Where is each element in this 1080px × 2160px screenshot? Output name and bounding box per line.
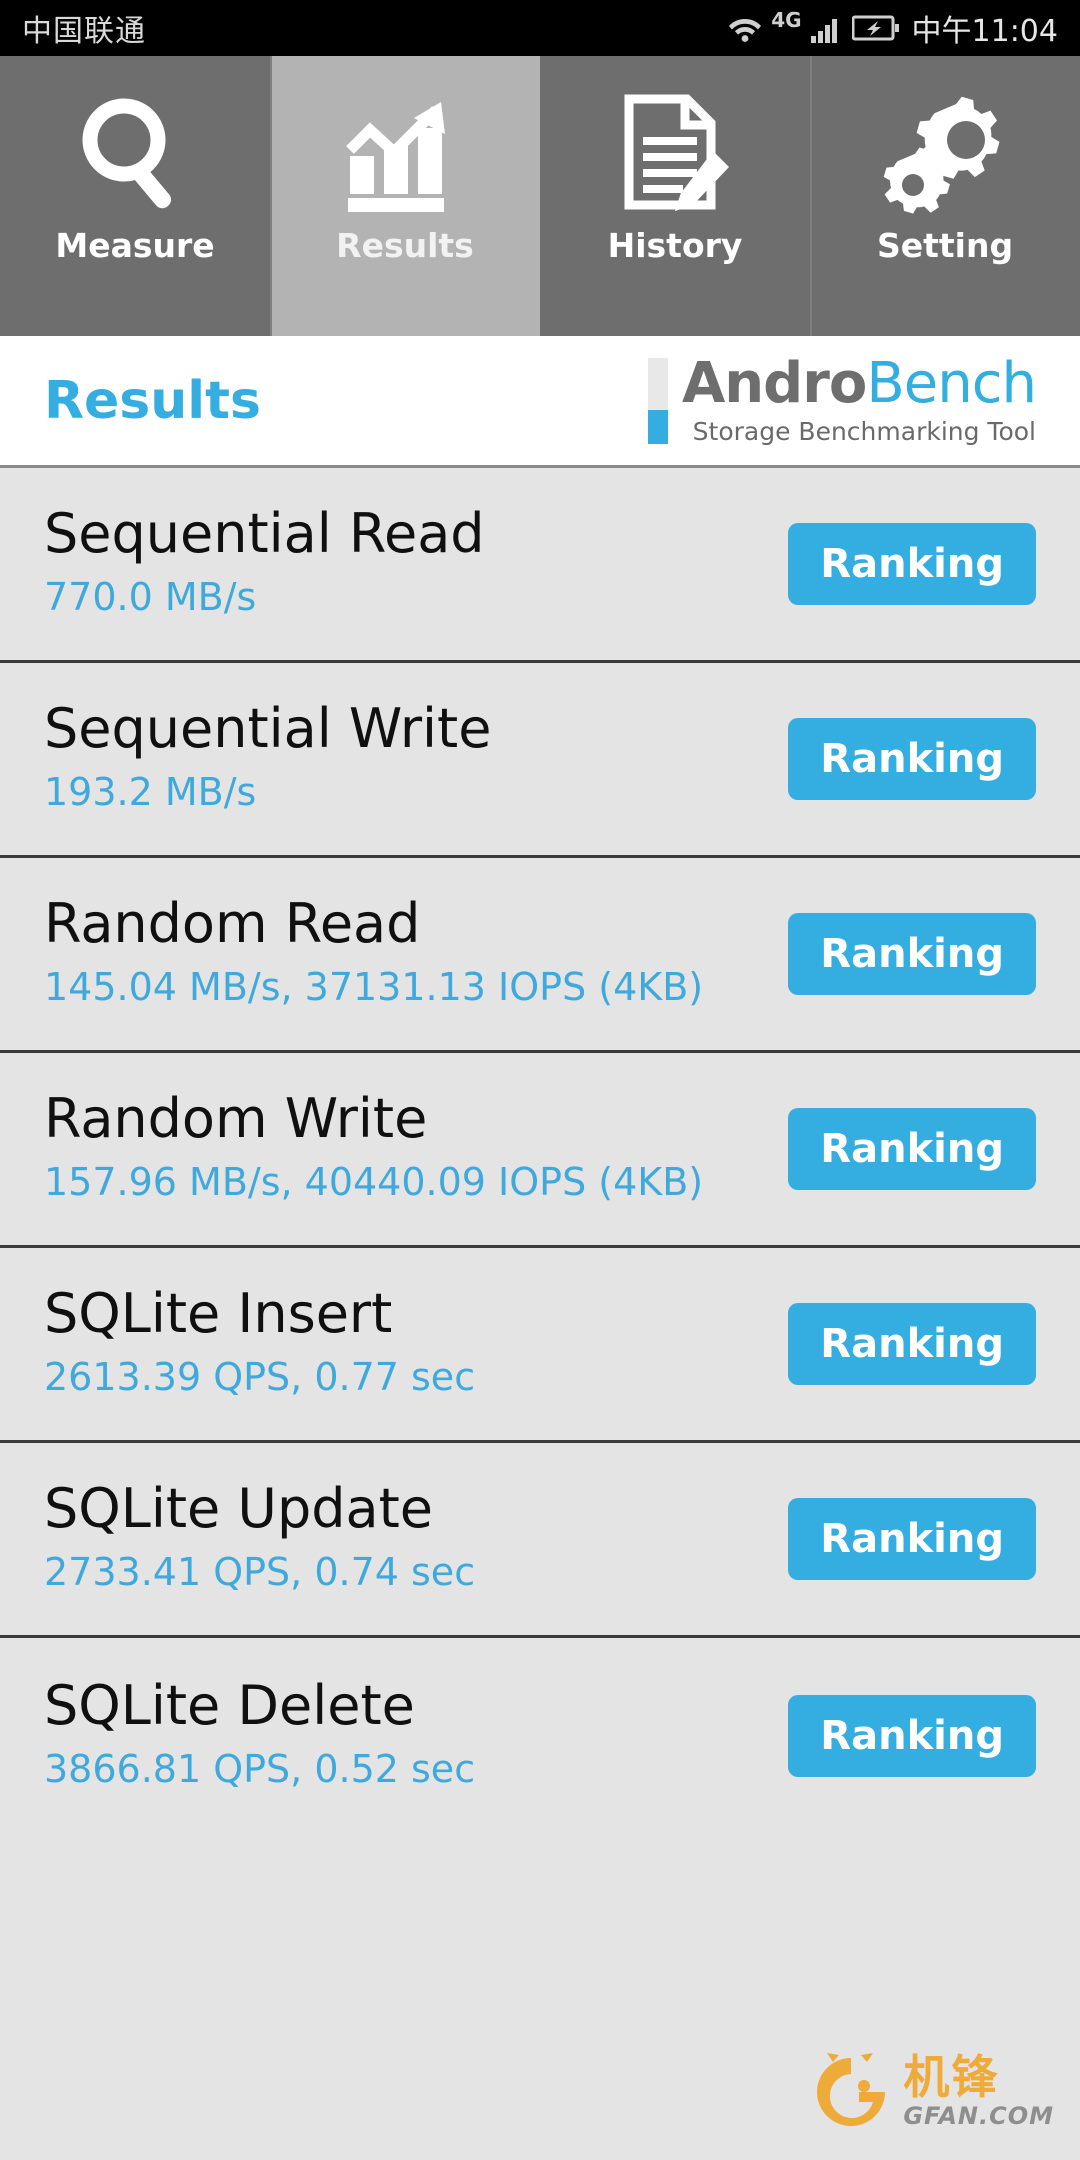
logo-andro: Andro: [681, 351, 867, 416]
page-header: Results AndroBench Storage Benchmarking …: [0, 336, 1080, 468]
tab-setting[interactable]: Setting: [810, 56, 1080, 336]
clock-label: 中午11:04: [911, 14, 1058, 49]
ranking-button[interactable]: Ranking: [788, 1694, 1036, 1777]
result-title: Sequential Write: [44, 697, 492, 760]
tab-measure-label: Measure: [55, 226, 215, 265]
battery-charging-icon: [851, 14, 900, 42]
status-icons: 4G 中午11:04: [727, 6, 1058, 50]
results-list: Sequential Read 770.0 MB/s Ranking Seque…: [0, 468, 1080, 1833]
bar-chart-arrow-icon: [344, 90, 466, 220]
androbench-logo: AndroBench Storage Benchmarking Tool: [647, 355, 1037, 446]
gfan-mascot-icon: [809, 2048, 893, 2136]
logo-bench: Bench: [866, 351, 1037, 416]
wifi-icon: [727, 12, 763, 44]
app-screen: 中国联通 4G 中午11:04 Measure Results History …: [0, 0, 1080, 2160]
tab-history[interactable]: History: [540, 56, 810, 336]
tab-setting-label: Setting: [876, 226, 1014, 265]
result-title: Sequential Read: [44, 502, 485, 565]
result-value: 2733.41 QPS, 0.74 sec: [44, 1550, 476, 1594]
result-title: SQLite Update: [44, 1477, 433, 1540]
ranking-button[interactable]: Ranking: [788, 1498, 1036, 1580]
logo-wordmark: AndroBench: [682, 355, 1037, 413]
table-row[interactable]: SQLite Insert 2613.39 QPS, 0.77 sec Rank…: [0, 1248, 1080, 1443]
signal-bars-icon: [810, 12, 844, 44]
result-title: SQLite Insert: [44, 1282, 393, 1345]
table-row[interactable]: Random Write 157.96 MB/s, 40440.09 IOPS …: [0, 1053, 1080, 1248]
table-row[interactable]: Random Read 145.04 MB/s, 37131.13 IOPS (…: [0, 858, 1080, 1053]
table-row[interactable]: Sequential Write 193.2 MB/s Ranking: [0, 663, 1080, 858]
gfan-en-label: GFAN.COM: [903, 2102, 1054, 2130]
result-value: 770.0 MB/s: [44, 575, 257, 619]
tab-history-label: History: [607, 226, 743, 265]
table-row[interactable]: Sequential Read 770.0 MB/s Ranking: [0, 468, 1080, 663]
result-title: Random Read: [44, 892, 421, 955]
tab-results[interactable]: Results: [270, 56, 540, 336]
tab-measure[interactable]: Measure: [0, 56, 270, 336]
ranking-button[interactable]: Ranking: [788, 1303, 1036, 1385]
result-value: 145.04 MB/s, 37131.13 IOPS (4KB): [44, 965, 704, 1009]
gears-icon: [882, 90, 1008, 220]
result-title: SQLite Delete: [44, 1673, 415, 1737]
tab-bar: Measure Results History Setting: [0, 56, 1080, 336]
table-row[interactable]: SQLite Delete 3866.81 QPS, 0.52 sec Rank…: [0, 1638, 1080, 1833]
result-value: 157.96 MB/s, 40440.09 IOPS (4KB): [44, 1160, 704, 1204]
gfan-cn-label: 机锋: [903, 2050, 1000, 2104]
table-row[interactable]: SQLite Update 2733.41 QPS, 0.74 sec Rank…: [0, 1443, 1080, 1638]
result-value: 2613.39 QPS, 0.77 sec: [44, 1355, 476, 1399]
network-4g-icon: 4G: [771, 8, 802, 32]
magnifier-icon: [76, 90, 194, 220]
logo-tagline: Storage Benchmarking Tool: [692, 417, 1036, 446]
carrier-label: 中国联通: [22, 14, 146, 49]
page-title: Results: [44, 370, 261, 431]
ranking-button[interactable]: Ranking: [788, 523, 1036, 605]
tab-results-label: Results: [336, 226, 474, 265]
logo-bar-icon: [647, 357, 668, 444]
result-title: Random Write: [44, 1087, 428, 1150]
ranking-button[interactable]: Ranking: [788, 913, 1036, 995]
status-bar: 中国联通 4G 中午11:04: [0, 0, 1080, 56]
result-value: 3866.81 QPS, 0.52 sec: [44, 1746, 476, 1791]
ranking-button[interactable]: Ranking: [788, 718, 1036, 800]
gfan-watermark: 机锋 GFAN.COM: [809, 2048, 1054, 2136]
ranking-button[interactable]: Ranking: [788, 1108, 1036, 1190]
result-value: 193.2 MB/s: [44, 770, 257, 814]
document-pencil-icon: [617, 90, 733, 220]
